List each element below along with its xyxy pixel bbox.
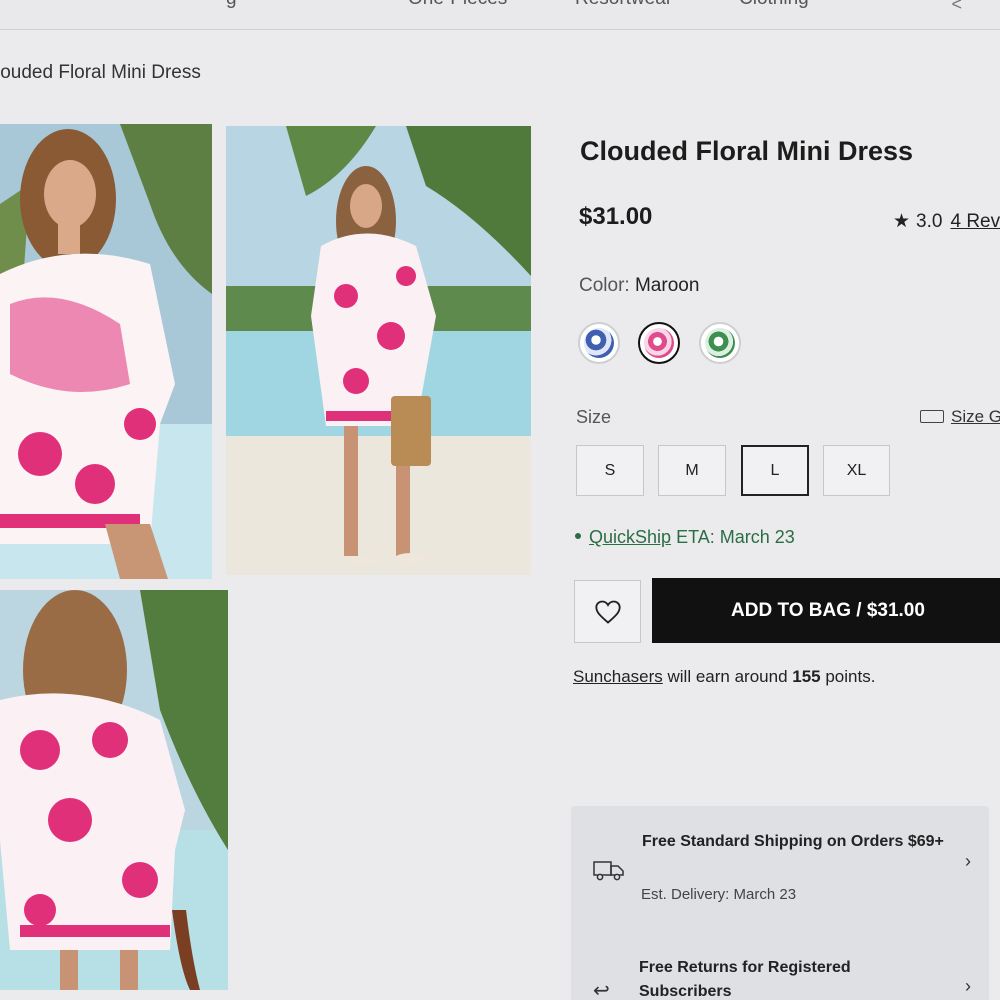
- swatch-green-floral[interactable]: [699, 322, 741, 364]
- quickship-info: QuickShip ETA: March 23: [575, 527, 795, 548]
- shipping-title[interactable]: Free Standard Shipping on Orders $69+: [642, 830, 952, 854]
- truck-icon: [593, 861, 624, 881]
- chevron-right-icon[interactable]: ›: [965, 851, 971, 872]
- green-floral-swatch-icon: [705, 328, 735, 358]
- sunchasers-link[interactable]: Sunchasers: [573, 667, 663, 686]
- size-guide-label: Size G: [951, 407, 1000, 426]
- shipping-estimate: Est. Delivery: March 23: [641, 886, 797, 903]
- quickship-eta: ETA: March 23: [676, 527, 795, 547]
- points-text-end: points.: [820, 667, 876, 686]
- screen: g One-Pieces Resortwear Clothing < loude…: [0, 0, 1000, 1000]
- status-dot-icon: [575, 533, 581, 539]
- rating-value: 3.0: [916, 211, 943, 232]
- points-text-mid: will earn around: [662, 667, 793, 686]
- blue-floral-swatch-icon: [584, 328, 614, 358]
- product-photo-front[interactable]: [0, 124, 212, 579]
- add-to-bag-button[interactable]: ADD TO BAG / $31.00: [652, 578, 1000, 643]
- maroon-floral-swatch-icon: [644, 328, 674, 358]
- top-nav: g One-Pieces Resortwear Clothing <: [0, 0, 1000, 30]
- swatch-blue-floral[interactable]: [578, 322, 620, 364]
- nav-item-one-pieces[interactable]: One-Pieces: [408, 0, 507, 10]
- ruler-icon: [920, 410, 944, 423]
- rating: ★ 3.0 4 Rev: [893, 210, 1000, 233]
- color-label: Color: Maroon: [579, 275, 699, 297]
- chevron-right-icon[interactable]: ›: [965, 976, 971, 997]
- product-title: Clouded Floral Mini Dress: [580, 136, 914, 166]
- size-option-s[interactable]: S: [576, 445, 644, 496]
- size-option-l[interactable]: L: [741, 445, 809, 496]
- size-label: Size: [576, 407, 612, 427]
- size-guide-link[interactable]: Size G: [920, 407, 1000, 427]
- color-value: Maroon: [634, 275, 700, 296]
- quickship-link[interactable]: QuickShip: [589, 527, 671, 547]
- nav-item-partial[interactable]: g: [226, 0, 237, 10]
- shipping-returns-card: Free Standard Shipping on Orders $69+ Es…: [571, 806, 989, 1000]
- product-price: $31.00: [579, 203, 653, 230]
- breadcrumb: louded Floral Mini Dress: [0, 62, 201, 83]
- rewards-points: Sunchasers will earn around 155 points.: [573, 667, 875, 687]
- returns-title[interactable]: Free Returns for Registered Subscribers: [639, 956, 929, 1000]
- product-photo-back[interactable]: [0, 590, 228, 990]
- reviews-link[interactable]: 4 Rev: [950, 211, 1000, 232]
- star-icon: ★: [893, 211, 911, 232]
- wishlist-button[interactable]: [574, 580, 641, 643]
- product-photo-full[interactable]: [226, 126, 531, 575]
- heart-icon: [594, 600, 621, 624]
- size-option-m[interactable]: M: [658, 445, 726, 496]
- return-arrow-icon: ↩: [593, 980, 610, 1000]
- swatch-maroon-floral[interactable]: [638, 322, 680, 364]
- points-number: 155: [792, 667, 821, 686]
- color-label-text: Color:: [579, 275, 630, 296]
- nav-item-clothing[interactable]: Clothing: [739, 0, 809, 10]
- nav-item-resortwear[interactable]: Resortwear: [575, 0, 672, 10]
- nav-scroll-chevron-icon[interactable]: <: [951, 0, 962, 15]
- size-option-xl[interactable]: XL: [823, 445, 890, 496]
